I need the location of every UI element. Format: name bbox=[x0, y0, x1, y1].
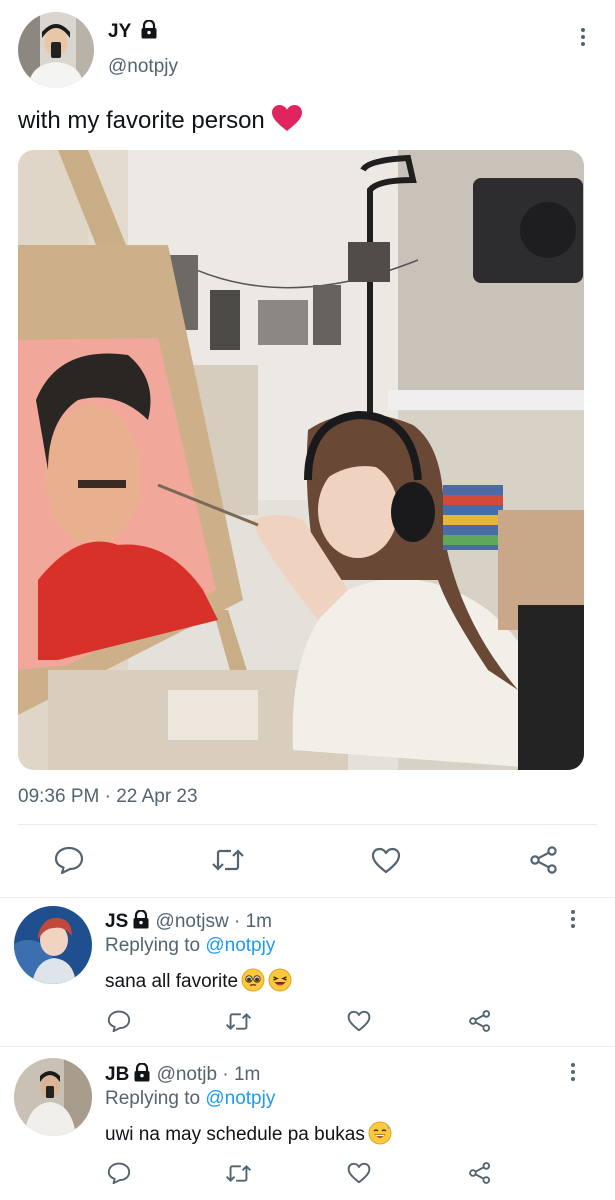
replying-prefix: Replying to bbox=[105, 1088, 201, 1109]
author-avatar[interactable] bbox=[18, 12, 94, 88]
grinning-sweat-emoji-icon bbox=[368, 1121, 392, 1151]
lock-icon bbox=[140, 19, 158, 44]
tweet-text-row: with my favorite person bbox=[18, 104, 303, 139]
reply-header: JS @notjsw · 1m bbox=[105, 909, 272, 935]
reply-header: JB @notjb · 1m bbox=[105, 1062, 260, 1088]
tweet-timestamp[interactable]: 09:36 PM · 22 Apr 23 bbox=[18, 786, 198, 808]
share-icon[interactable] bbox=[467, 1161, 493, 1185]
lock-icon bbox=[132, 909, 150, 935]
more-icon[interactable] bbox=[561, 1060, 585, 1084]
like-icon[interactable] bbox=[369, 845, 403, 875]
reply-avatar[interactable] bbox=[14, 1058, 92, 1136]
author-name: JY bbox=[108, 21, 132, 42]
replying-to-link[interactable]: @notpjy bbox=[205, 1088, 275, 1109]
reply-text: sana all favorite bbox=[105, 971, 239, 992]
author-handle[interactable]: @notpjy bbox=[108, 56, 178, 78]
more-icon[interactable] bbox=[561, 907, 585, 931]
divider bbox=[0, 1046, 615, 1047]
share-icon[interactable] bbox=[467, 1009, 493, 1033]
replying-prefix: Replying to bbox=[105, 935, 201, 956]
heart-emoji-icon bbox=[271, 104, 303, 139]
replying-to: Replying to @notpjy bbox=[105, 1088, 275, 1110]
reply-text-row: sana all favorite bbox=[105, 968, 292, 998]
lock-icon bbox=[133, 1062, 151, 1088]
replying-to-link[interactable]: @notpjy bbox=[205, 935, 275, 956]
replying-to: Replying to @notpjy bbox=[105, 935, 275, 957]
reply-time[interactable]: 1m bbox=[246, 911, 272, 932]
separator-dot: · bbox=[222, 1064, 229, 1085]
like-icon[interactable] bbox=[346, 1009, 372, 1033]
reply-author-handle[interactable]: @notjsw bbox=[156, 911, 229, 932]
reply-text-row: uwi na may schedule pa bukas bbox=[105, 1121, 392, 1151]
reply-icon[interactable] bbox=[52, 845, 86, 875]
reply-author-name[interactable]: JS bbox=[105, 911, 128, 932]
tweet-photo[interactable] bbox=[18, 150, 584, 770]
reply-avatar[interactable] bbox=[14, 906, 92, 984]
reply-text: uwi na may schedule pa bukas bbox=[105, 1124, 365, 1145]
reply-icon[interactable] bbox=[106, 1009, 132, 1033]
reply-icon[interactable] bbox=[106, 1161, 132, 1185]
share-icon[interactable] bbox=[527, 845, 561, 875]
retweet-icon[interactable] bbox=[224, 1161, 252, 1185]
separator-dot: · bbox=[233, 911, 241, 932]
reply-author-name[interactable]: JB bbox=[105, 1064, 129, 1085]
tweet-text: with my favorite person bbox=[18, 107, 265, 134]
reply-time[interactable]: 1m bbox=[234, 1064, 260, 1085]
divider bbox=[0, 897, 615, 898]
retweet-icon[interactable] bbox=[210, 845, 246, 875]
divider bbox=[18, 824, 597, 825]
pleading-face-emoji-icon bbox=[241, 968, 265, 998]
more-icon[interactable] bbox=[571, 25, 595, 49]
laughing-face-emoji-icon bbox=[268, 968, 292, 998]
author-name-row[interactable]: JY bbox=[108, 19, 158, 44]
like-icon[interactable] bbox=[346, 1161, 372, 1185]
retweet-icon[interactable] bbox=[224, 1009, 252, 1033]
reply-author-handle[interactable]: @notjb bbox=[157, 1064, 218, 1085]
